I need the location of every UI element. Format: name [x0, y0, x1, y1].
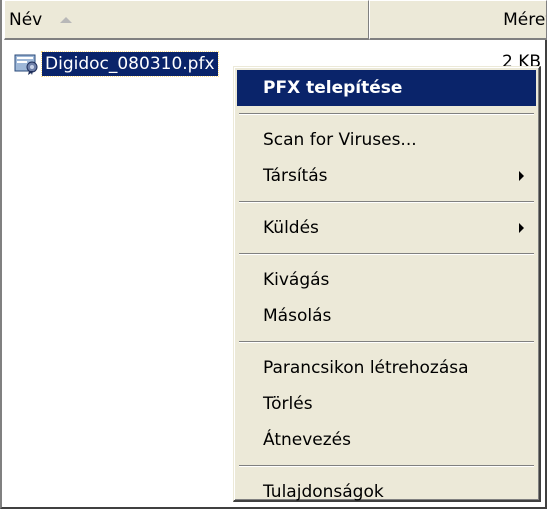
column-header-size[interactable]: Méret — [369, 0, 547, 40]
menu-separator — [239, 253, 534, 255]
menu-separator — [239, 113, 534, 115]
column-header-name-label: Név — [9, 9, 43, 30]
sort-ascending-icon — [60, 16, 73, 23]
menu-item-send-to[interactable]: Küldés — [237, 210, 536, 246]
menu-separator — [239, 341, 534, 343]
menu-item-associate-label: Társítás — [263, 166, 328, 186]
menu-item-cut[interactable]: Kivágás — [237, 262, 536, 298]
menu-item-scan-label: Scan for Viruses... — [263, 130, 417, 150]
certificate-file-icon — [14, 54, 38, 75]
menu-item-send-label: Küldés — [263, 218, 319, 238]
menu-item-delete[interactable]: Törlés — [237, 386, 536, 422]
menu-item-scan-for-viruses[interactable]: Scan for Viruses... — [237, 122, 536, 158]
menu-separator — [239, 465, 534, 467]
menu-item-copy[interactable]: Másolás — [237, 298, 536, 334]
menu-item-rename[interactable]: Átnevezés — [237, 422, 536, 458]
menu-item-create-shortcut-label: Parancsikon létrehozása — [263, 358, 469, 378]
column-header-bar: Név Méret — [4, 0, 547, 40]
menu-item-install-pfx-label: PFX telepítése — [263, 78, 403, 98]
menu-item-create-shortcut[interactable]: Parancsikon létrehozása — [237, 350, 536, 386]
context-menu: PFX telepítése Scan for Viruses... Társí… — [233, 66, 541, 502]
menu-item-delete-label: Törlés — [263, 394, 313, 414]
menu-item-associate[interactable]: Társítás — [237, 158, 536, 194]
submenu-arrow-icon — [519, 171, 524, 181]
menu-item-properties[interactable]: Tulajdonságok — [237, 474, 536, 510]
file-list-item[interactable]: Digidoc_080310.pfx — [14, 50, 219, 78]
menu-item-properties-label: Tulajdonságok — [263, 482, 384, 502]
submenu-arrow-icon — [519, 223, 524, 233]
column-header-size-label: Méret — [503, 9, 546, 30]
file-name[interactable]: Digidoc_080310.pfx — [41, 51, 219, 77]
column-header-name[interactable]: Név — [4, 0, 369, 40]
menu-item-install-pfx[interactable]: PFX telepítése — [237, 70, 536, 106]
menu-item-cut-label: Kivágás — [263, 270, 330, 290]
menu-item-rename-label: Átnevezés — [263, 430, 351, 450]
menu-separator — [239, 201, 534, 203]
menu-item-copy-label: Másolás — [263, 306, 332, 326]
